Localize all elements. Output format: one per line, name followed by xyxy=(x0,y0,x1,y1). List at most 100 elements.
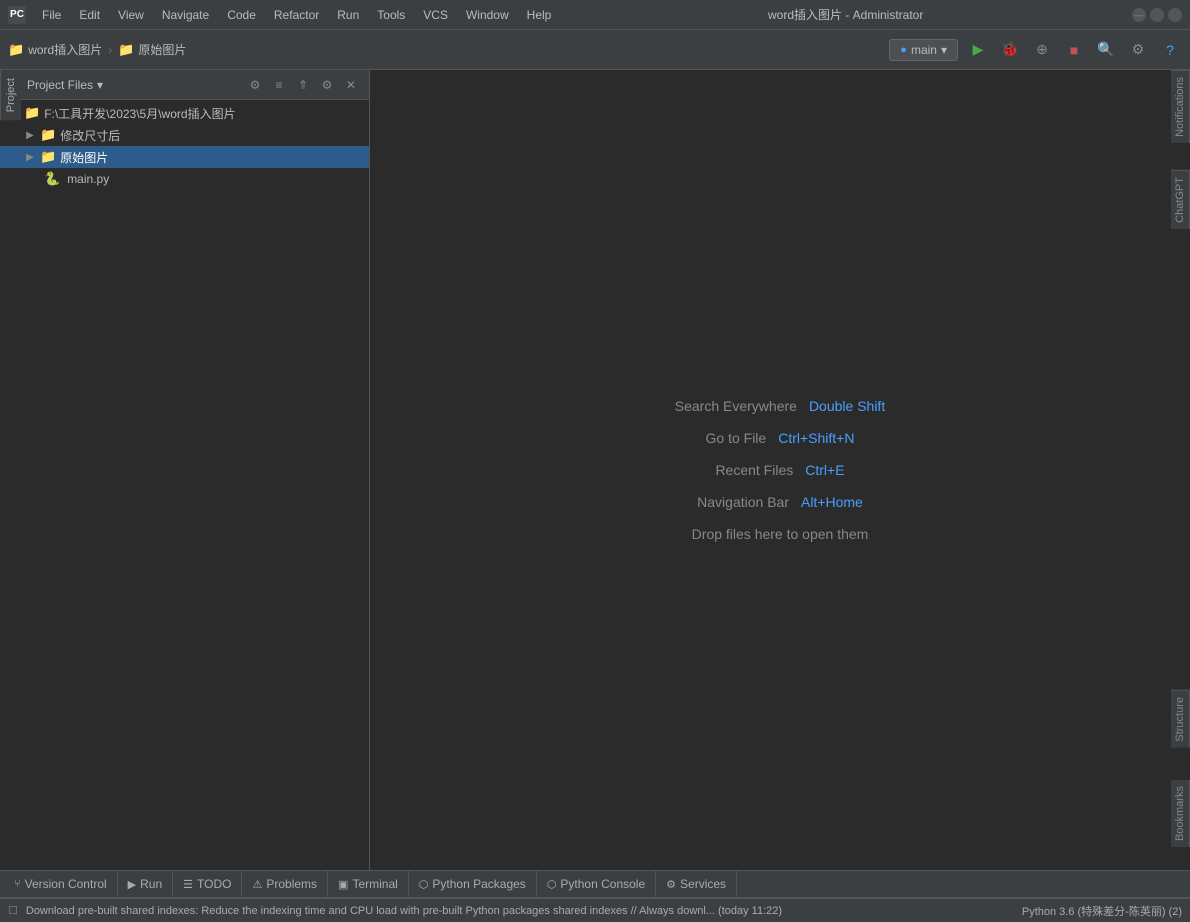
hint-search: Search Everywhere Double Shift xyxy=(675,398,885,414)
tab-python-packages[interactable]: ⬡ Python Packages xyxy=(409,871,537,897)
tab-version-control-label: Version Control xyxy=(25,877,107,891)
menu-view[interactable]: View xyxy=(110,6,152,24)
menu-refactor[interactable]: Refactor xyxy=(266,6,327,24)
project-header-title: 📁 Project Files ▾ xyxy=(8,78,103,92)
editor-area: Search Everywhere Double Shift Go to Fil… xyxy=(370,70,1190,870)
project-settings-btn[interactable]: ⚙ xyxy=(245,75,265,95)
project-panel: 📁 Project Files ▾ ⚙ ≡ ⇑ ⚙ ✕ ▼ 📁 F:\工具开发\… xyxy=(0,70,370,870)
run-config-label: main xyxy=(911,43,937,57)
project-tab-label[interactable]: Project xyxy=(0,70,21,120)
run-config-arrow: ▾ xyxy=(941,43,947,57)
status-bar: ☐ Download pre-built shared indexes: Red… xyxy=(0,898,1190,922)
hint-goto-key: Ctrl+Shift+N xyxy=(778,430,854,446)
chatgpt-panel-label[interactable]: ChatGPT xyxy=(1171,170,1190,229)
hint-nav-label: Navigation Bar xyxy=(697,494,789,510)
tab-python-packages-label: Python Packages xyxy=(432,877,525,891)
hint-recent: Recent Files Ctrl+E xyxy=(715,462,844,478)
expand-arrow-yuanshi: ▶ xyxy=(24,152,36,163)
search-button[interactable]: 🔍 xyxy=(1094,38,1118,62)
window-controls: — □ ✕ xyxy=(1132,8,1182,22)
menu-edit[interactable]: Edit xyxy=(71,6,108,24)
project-collapse-btn[interactable]: ⇑ xyxy=(293,75,313,95)
tree-item-mainpy[interactable]: 🐍 main.py xyxy=(0,168,369,190)
menu-code[interactable]: Code xyxy=(219,6,264,24)
status-checkbox: ☐ xyxy=(8,904,18,917)
menu-bar: File Edit View Navigate Code Refactor Ru… xyxy=(34,6,559,24)
maximize-button[interactable]: □ xyxy=(1150,8,1164,22)
window-title: word插入图片 - Administrator xyxy=(768,6,923,23)
python-console-icon: ⬡ xyxy=(547,878,557,891)
tab-terminal-label: Terminal xyxy=(352,877,397,891)
python-packages-icon: ⬡ xyxy=(419,878,429,891)
hint-search-label: Search Everywhere xyxy=(675,398,797,414)
menu-vcs[interactable]: VCS xyxy=(415,6,456,24)
structure-panel-label[interactable]: Structure xyxy=(1171,690,1190,748)
coverage-button[interactable]: ⊕ xyxy=(1030,38,1054,62)
run-icon: ▶ xyxy=(128,878,136,891)
hint-goto-label: Go to File xyxy=(706,430,767,446)
tree-item-mainpy-label: main.py xyxy=(67,172,109,186)
debug-button[interactable]: 🐞 xyxy=(998,38,1022,62)
tab-terminal[interactable]: ▣ Terminal xyxy=(328,871,409,897)
breadcrumb-folder: 原始图片 xyxy=(138,41,186,58)
project-close-btn[interactable]: ✕ xyxy=(341,75,361,95)
project-gear-btn[interactable]: ⚙ xyxy=(317,75,337,95)
py-file-icon: 🐍 xyxy=(44,171,60,187)
breadcrumb-sep: › xyxy=(108,43,112,57)
tab-problems[interactable]: ⚠ Problems xyxy=(242,871,328,897)
bookmarks-panel-label[interactable]: Bookmarks xyxy=(1171,780,1190,847)
menu-file[interactable]: File xyxy=(34,6,69,24)
tab-services[interactable]: ⚙ Services xyxy=(656,871,737,897)
terminal-icon: ▣ xyxy=(338,878,348,891)
project-files-arrow[interactable]: ▾ xyxy=(97,78,103,92)
tab-problems-label: Problems xyxy=(266,877,317,891)
tab-python-console-label: Python Console xyxy=(560,877,645,891)
tab-python-console[interactable]: ⬡ Python Console xyxy=(537,871,656,897)
toolbar: 📁 word插入图片 › 📁 原始图片 ● main ▾ ▶ 🐞 ⊕ ■ 🔍 ⚙… xyxy=(0,30,1190,70)
menu-tools[interactable]: Tools xyxy=(369,6,413,24)
breadcrumb-project: word插入图片 xyxy=(28,41,102,58)
tree-item-root[interactable]: ▼ 📁 F:\工具开发\2023\5月\word插入图片 xyxy=(0,102,369,124)
status-bar-right: Python 3.6 (特殊差分-陈英丽) (2) xyxy=(1022,903,1182,919)
main-layout: Project 📁 Project Files ▾ ⚙ ≡ ⇑ ⚙ ✕ ▼ 📁 … xyxy=(0,70,1190,870)
help-icon[interactable]: ? xyxy=(1158,38,1182,62)
minimize-button[interactable]: — xyxy=(1132,8,1146,22)
menu-help[interactable]: Help xyxy=(519,6,560,24)
menu-navigate[interactable]: Navigate xyxy=(154,6,217,24)
yuanshi-folder-icon: 📁 xyxy=(40,149,56,165)
project-tree: ▼ 📁 F:\工具开发\2023\5月\word插入图片 ▶ 📁 修改尺寸后 ▶… xyxy=(0,100,369,870)
xiugai-folder-icon: 📁 xyxy=(40,127,56,143)
tab-todo[interactable]: ☰ TODO xyxy=(173,871,242,897)
title-bar-left: PC File Edit View Navigate Code Refactor… xyxy=(8,6,559,24)
folder-icon: 📁 xyxy=(118,42,134,58)
python-version: Python 3.6 (特殊差分-陈英丽) (2) xyxy=(1022,903,1182,919)
version-control-icon: ⑂ xyxy=(14,878,21,890)
tree-item-yuanshi[interactable]: ▶ 📁 原始图片 xyxy=(0,146,369,168)
stop-button[interactable]: ■ xyxy=(1062,38,1086,62)
notifications-panel-label[interactable]: Notifications xyxy=(1171,70,1190,143)
menu-run[interactable]: Run xyxy=(329,6,367,24)
toolbar-right: ● main ▾ ▶ 🐞 ⊕ ■ 🔍 ⚙ ? xyxy=(889,38,1182,62)
project-header-actions: ⚙ ≡ ⇑ ⚙ ✕ xyxy=(245,75,361,95)
settings-button[interactable]: ⚙ xyxy=(1126,38,1150,62)
tab-run[interactable]: ▶ Run xyxy=(118,871,173,897)
run-configuration[interactable]: ● main ▾ xyxy=(889,39,958,61)
tab-services-label: Services xyxy=(680,877,726,891)
tab-run-label: Run xyxy=(140,877,162,891)
root-folder-icon: 📁 xyxy=(24,105,40,121)
todo-icon: ☰ xyxy=(183,878,193,891)
tree-item-xiugai[interactable]: ▶ 📁 修改尺寸后 xyxy=(0,124,369,146)
project-scroll-btn[interactable]: ≡ xyxy=(269,75,289,95)
bottom-tabs: ⑂ Version Control ▶ Run ☰ TODO ⚠ Problem… xyxy=(0,870,1190,898)
app-logo: PC xyxy=(8,6,26,24)
tab-version-control[interactable]: ⑂ Version Control xyxy=(4,871,118,897)
problems-icon: ⚠ xyxy=(252,878,262,891)
menu-window[interactable]: Window xyxy=(458,6,517,24)
tree-item-xiugai-label: 修改尺寸后 xyxy=(60,127,120,144)
run-button[interactable]: ▶ xyxy=(966,38,990,62)
hint-recent-key: Ctrl+E xyxy=(805,462,844,478)
title-bar: PC File Edit View Navigate Code Refactor… xyxy=(0,0,1190,30)
tab-todo-label: TODO xyxy=(197,877,231,891)
close-button[interactable]: ✕ xyxy=(1168,8,1182,22)
services-icon: ⚙ xyxy=(666,878,676,891)
